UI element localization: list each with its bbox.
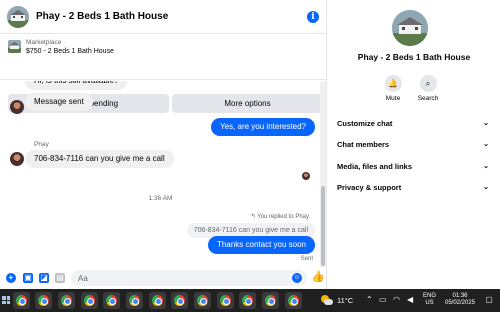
house-photo-icon: [392, 10, 428, 46]
row-label: Media, files and links: [337, 161, 413, 171]
outgoing-message-bubble: Thanks contact you soon: [208, 236, 315, 254]
windows-taskbar: 11°C ⌃ ▭ ◠ ◀ ENG US 01:36 05/02/2025 ▢: [0, 289, 500, 312]
reply-note-text: You replied to Phay: [257, 214, 309, 220]
chrome-app-icon[interactable]: [81, 292, 98, 309]
chrome-app-icon[interactable]: [58, 292, 75, 309]
info-icon[interactable]: i: [307, 11, 319, 23]
plus-icon[interactable]: +: [6, 273, 16, 283]
system-clock[interactable]: 01:36 05/02/2025: [442, 293, 478, 307]
reply-indicator: ↰ You replied to Phay: [250, 214, 309, 220]
chrome-app-icon[interactable]: [35, 292, 52, 309]
read-receipt-avatar: [302, 172, 310, 180]
outgoing-message-bubble: Yes, are you interested?: [211, 118, 315, 136]
scroll-thumb[interactable]: [321, 186, 325, 266]
chrome-app-icon[interactable]: [217, 292, 234, 309]
listing-avatar[interactable]: [392, 10, 428, 46]
marketplace-banner: Marketplace $750 - 2 Beds 1 Bath House M…: [0, 35, 327, 113]
row-label: Chat members: [337, 139, 390, 149]
message-timestamp: 1:36 AM: [148, 195, 173, 202]
region-code: US: [425, 300, 434, 306]
chrome-app-icon[interactable]: [171, 292, 188, 309]
conversation-details-panel: Phay - 2 Beds 1 Bath House 🔔 Mute ⌕ Sear…: [328, 0, 500, 289]
message-input[interactable]: [71, 270, 307, 286]
search-label: Search: [417, 95, 439, 102]
row-media-files[interactable]: Media, files and links ⌄: [337, 157, 489, 175]
chevron-up-icon[interactable]: ⌃: [366, 295, 373, 305]
language-indicator[interactable]: ENG US: [423, 293, 436, 307]
wifi-icon[interactable]: ◠: [393, 295, 400, 305]
chrome-app-icon[interactable]: [13, 292, 30, 309]
listing-thumbnail[interactable]: [8, 40, 21, 53]
person-face-icon: [302, 172, 310, 180]
thumbs-up-icon[interactable]: 👍: [311, 271, 325, 284]
chevron-down-icon: ⌄: [483, 184, 489, 191]
listing-title[interactable]: $750 - 2 Beds 1 Bath House: [26, 48, 114, 55]
chrome-app-icon[interactable]: [262, 292, 279, 309]
battery-icon[interactable]: ▭: [379, 295, 387, 305]
sticker-icon[interactable]: ◪: [39, 273, 49, 283]
row-chat-members[interactable]: Chat members ⌄: [337, 135, 489, 153]
gif-icon[interactable]: ▤: [55, 273, 65, 283]
row-privacy-support[interactable]: Privacy & support ⌄: [337, 178, 489, 196]
notification-icon[interactable]: ▢: [484, 295, 494, 305]
chrome-app-icon[interactable]: [149, 292, 166, 309]
row-label: Customize chat: [337, 118, 393, 128]
house-thumb-icon: [8, 40, 21, 53]
chevron-down-icon: ⌄: [483, 163, 489, 170]
incoming-message-bubble: 706-834-7116 can you give me a call: [25, 150, 174, 168]
chrome-app-icon[interactable]: [126, 292, 143, 309]
message-scrollbar[interactable]: [320, 81, 326, 267]
person-face-icon: [10, 100, 24, 114]
mute-label: Mute: [385, 95, 401, 102]
emoji-icon[interactable]: ☺: [292, 273, 302, 283]
chrome-app-icon[interactable]: [103, 292, 120, 309]
clock-date: 05/02/2025: [444, 300, 476, 306]
search-button[interactable]: ⌕ Search: [413, 75, 443, 102]
partial-message-bubble: Hi, is this still available?: [25, 81, 128, 90]
sender-name: Phay: [34, 141, 49, 148]
sent-status: Sent: [300, 256, 313, 262]
message-list[interactable]: Hi, is this still available? Message sen…: [0, 81, 321, 267]
chat-title[interactable]: Phay - 2 Beds 1 Bath House: [36, 11, 168, 22]
mute-button[interactable]: 🔔 Mute: [378, 75, 408, 102]
gallery-icon[interactable]: ▣: [23, 273, 33, 283]
chat-panel: Phay - 2 Beds 1 Bath House i Marketplace…: [0, 0, 327, 289]
person-face-icon: [10, 152, 24, 166]
chevron-down-icon: ⌄: [483, 141, 489, 148]
row-customize-chat[interactable]: Customize chat ⌄: [337, 114, 489, 132]
chrome-app-icon[interactable]: [194, 292, 211, 309]
row-label: Privacy & support: [337, 182, 402, 192]
sender-avatar[interactable]: [10, 152, 24, 166]
panel-title: Phay - 2 Beds 1 Bath House: [357, 52, 471, 62]
bell-icon: 🔔: [384, 75, 402, 92]
search-icon: ⌕: [419, 75, 437, 92]
weather-icon[interactable]: [321, 295, 333, 306]
temperature[interactable]: 11°C: [337, 296, 353, 305]
volume-icon[interactable]: ◀: [407, 295, 413, 305]
header-avatar[interactable]: [7, 5, 29, 28]
message-composer: + ▣ ◪ ▤ ☺ 👍: [0, 268, 327, 288]
start-icon[interactable]: [2, 296, 10, 304]
chrome-app-icon[interactable]: [285, 292, 302, 309]
sender-avatar[interactable]: [10, 100, 24, 114]
language-code: ENG: [423, 293, 437, 299]
house-photo-icon: [7, 5, 29, 28]
chat-header: Phay - 2 Beds 1 Bath House i: [0, 0, 327, 34]
marketplace-label: Marketplace: [26, 39, 62, 46]
chrome-app-icon[interactable]: [239, 292, 256, 309]
chevron-down-icon: ⌄: [483, 120, 489, 127]
incoming-message-bubble: Message sent: [25, 93, 93, 111]
clock-time: 01:36: [452, 293, 468, 299]
